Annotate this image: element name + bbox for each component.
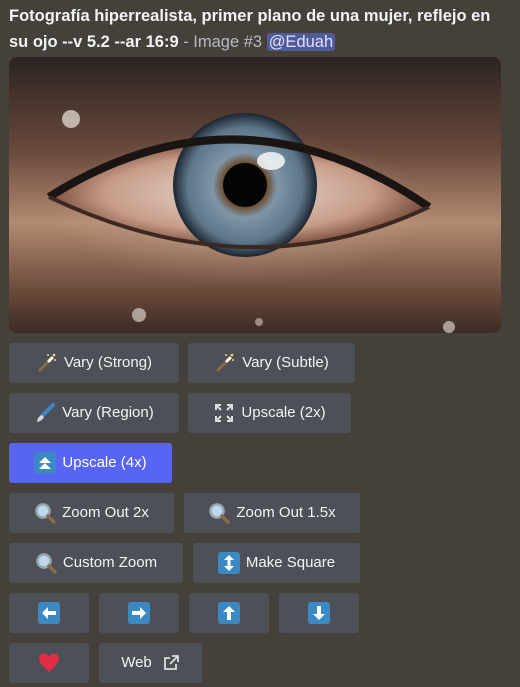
heart-icon [38,652,60,674]
pan-up-button[interactable] [189,593,269,633]
double-up-arrow-icon [34,452,57,474]
vary-strong-button[interactable]: Vary (Strong) [9,343,179,383]
user-mention[interactable]: @Eduah [266,33,336,51]
generated-image[interactable] [9,57,501,333]
pan-down-button[interactable] [279,593,359,633]
web-link-button[interactable]: Web [99,643,202,683]
vary-subtle-button[interactable]: Vary (Subtle) [188,343,355,383]
upscale-2x-button[interactable]: Upscale (2x) [188,393,351,433]
magnifying-glass-icon [208,502,231,524]
magic-wand-icon [36,352,58,374]
external-link-icon [162,654,180,672]
magic-wand-icon [214,352,236,374]
up-down-arrow-icon [217,552,240,574]
right-arrow-icon [128,602,150,624]
message-text: Fotografía hiperrealista, primer plano d… [9,0,514,55]
upscale-4x-label: Upscale (4x) [62,454,147,471]
expand-icon [213,402,235,424]
make-square-button[interactable]: Make Square [193,543,360,583]
up-arrow-icon [218,602,240,624]
vary-region-label: Vary (Region) [62,404,154,421]
eye-image-graphic [46,110,455,333]
vary-strong-label: Vary (Strong) [63,354,153,371]
upscale-2x-label: Upscale (2x) [241,404,326,421]
zoom-out-15x-button[interactable]: Zoom Out 1.5x [184,493,360,533]
pan-left-button[interactable] [9,593,89,633]
paintbrush-icon [34,402,56,424]
pan-right-button[interactable] [99,593,179,633]
down-arrow-icon [308,602,330,624]
magnifying-glass-icon [34,502,56,524]
vary-subtle-label: Vary (Subtle) [242,354,329,371]
custom-zoom-label: Custom Zoom [62,554,158,571]
message: Fotografía hiperrealista, primer plano d… [9,0,514,55]
image-number-text: - Image #3 [178,33,267,51]
make-square-label: Make Square [245,554,336,571]
vary-region-button[interactable]: Vary (Region) [9,393,179,433]
zoom-out-15x-label: Zoom Out 1.5x [236,504,336,521]
zoom-out-2x-button[interactable]: Zoom Out 2x [9,493,174,533]
left-arrow-icon [38,602,60,624]
favorite-button[interactable] [9,643,89,683]
upscale-4x-button[interactable]: Upscale (4x) [9,443,172,483]
magnifying-glass-icon [35,552,57,574]
custom-zoom-button[interactable]: Custom Zoom [9,543,183,583]
web-label: Web [121,654,152,671]
zoom-out-2x-label: Zoom Out 2x [62,504,149,521]
